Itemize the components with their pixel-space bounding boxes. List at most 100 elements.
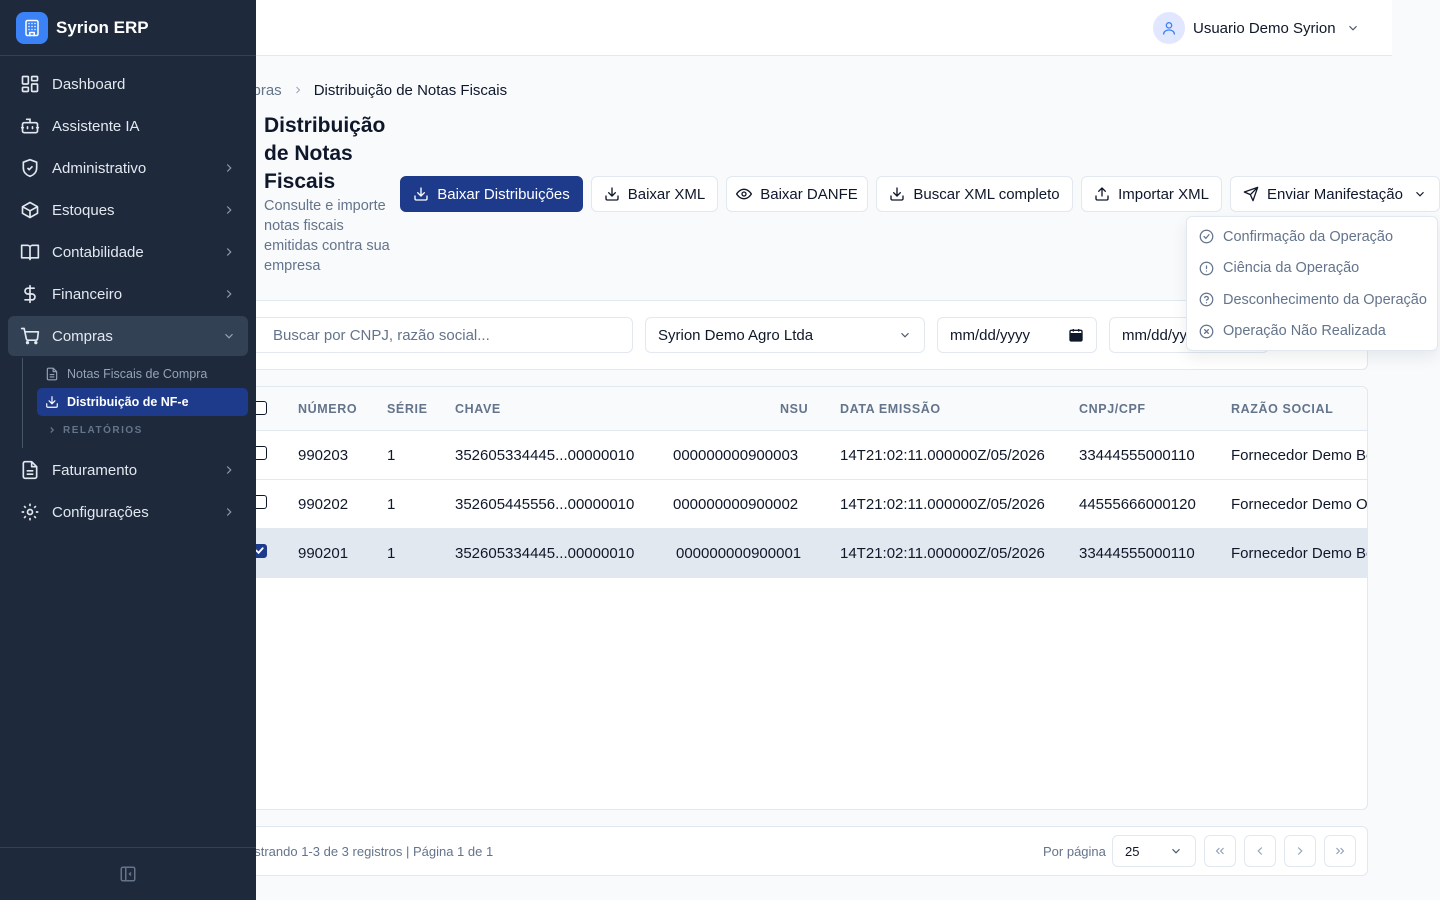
last-page-button[interactable] <box>1324 835 1356 867</box>
chevron-down-icon <box>1169 844 1183 858</box>
sidebar-item-configuracoes[interactable]: Configurações <box>8 492 248 532</box>
sidebar-item-financeiro[interactable]: Financeiro <box>8 274 248 314</box>
cell-chave: 352605334445...00000010 <box>455 545 635 562</box>
chevron-right-icon <box>222 245 236 259</box>
download-icon <box>889 186 905 202</box>
menu-item-desconhecimento[interactable]: Desconhecimento da Operação <box>1187 284 1437 316</box>
search-field[interactable] <box>248 317 633 353</box>
pagination-info: ostrando 1-3 de 3 registros | Página 1 d… <box>247 844 494 859</box>
chevron-right-icon <box>222 161 236 175</box>
date-from-input[interactable]: mm/dd/yyyy <box>937 317 1097 353</box>
previous-page-button[interactable] <box>1244 835 1276 867</box>
sidebar-item-estoques[interactable]: Estoques <box>8 190 248 230</box>
sidebar-item-administrativo[interactable]: Administrativo <box>8 148 248 188</box>
column-header-razao-social[interactable]: RAZÃO SOCIAL <box>1231 402 1333 416</box>
enviar-manifestacao-button[interactable]: Enviar Manifestação <box>1230 176 1440 212</box>
chevron-down-icon <box>1346 21 1360 35</box>
chevron-down-icon <box>898 328 912 342</box>
calendar-icon[interactable] <box>1068 327 1084 343</box>
dollar-icon <box>20 284 40 304</box>
sidebar-subitem-notas-fiscais-compra[interactable]: Notas Fiscais de Compra <box>37 360 248 388</box>
first-page-button[interactable] <box>1204 835 1236 867</box>
importar-xml-button[interactable]: Importar XML <box>1081 176 1222 212</box>
table-row[interactable]: 990202 1 352605445556...00000010 0000000… <box>241 480 1368 529</box>
sidebar-item-label: Assistente IA <box>52 117 140 135</box>
alert-circle-icon <box>1199 261 1214 276</box>
sidebar-item-contabilidade[interactable]: Contabilidade <box>8 232 248 272</box>
breadcrumb-current: Distribuição de Notas Fiscais <box>313 81 508 99</box>
user-menu[interactable]: Usuario Demo Syrion <box>1153 12 1360 44</box>
chevron-right-icon <box>47 425 57 435</box>
menu-item-label: Operação Não Realizada <box>1223 323 1386 340</box>
per-page-label: Por página <box>1043 844 1106 859</box>
cell-razao-social: Fornecedor Demo Bo <box>1231 545 1368 562</box>
table-row[interactable]: 990203 1 352605334445...00000010 0000000… <box>241 431 1367 480</box>
baixar-danfe-button[interactable]: Baixar DANFE <box>726 176 868 212</box>
baixar-distribuicoes-button[interactable]: Baixar Distribuições <box>400 176 583 212</box>
table-row[interactable]: 990201 1 352605334445...00000010 0000000… <box>241 529 1368 578</box>
baixar-xml-button[interactable]: Baixar XML <box>591 176 718 212</box>
file-icon <box>45 367 59 381</box>
sidebar-section-relatorios[interactable]: RELATÓRIOS <box>37 416 248 444</box>
cell-serie: 1 <box>387 447 396 464</box>
sidebar-footer <box>0 847 256 900</box>
button-label: Baixar DANFE <box>760 185 858 203</box>
cell-numero: 990202 <box>298 496 349 513</box>
column-header-cnpj[interactable]: CNPJ/CPF <box>1079 402 1146 416</box>
buscar-xml-completo-button[interactable]: Buscar XML completo <box>876 176 1073 212</box>
sidebar-item-compras[interactable]: Compras <box>8 316 248 356</box>
menu-item-label: Confirmação da Operação <box>1223 228 1394 245</box>
button-label: Enviar Manifestação <box>1267 185 1403 203</box>
column-header-chave[interactable]: CHAVE <box>455 402 501 416</box>
user-icon <box>1153 12 1185 44</box>
column-header-nsu[interactable]: NSU <box>780 402 808 416</box>
nfe-table: NÚMERO SÉRIE CHAVE NSU DATA EMISSÃO CNPJ… <box>240 386 1368 810</box>
pagination-bar: ostrando 1-3 de 3 registros | Página 1 d… <box>240 826 1368 876</box>
brand[interactable]: Syrion ERP <box>0 0 256 56</box>
company-select[interactable]: Syrion Demo Agro Ltda <box>645 317 925 353</box>
sidebar-item-label: Compras <box>52 327 113 345</box>
download-icon <box>45 395 59 409</box>
menu-item-confirmacao[interactable]: Confirmação da Operação <box>1187 221 1437 253</box>
cell-cnpj: 33444555000110 <box>1079 545 1195 562</box>
column-header-data-emissao[interactable]: DATA EMISSÃO <box>840 402 941 416</box>
collapse-sidebar-icon[interactable] <box>119 865 137 883</box>
sidebar-subitem-distribuicao-nfe[interactable]: Distribuição de NF-e <box>37 388 248 416</box>
per-page-value: 25 <box>1125 843 1140 859</box>
sidebar-item-assistente-ia[interactable]: Assistente IA <box>8 106 248 146</box>
cart-icon <box>20 326 40 346</box>
breadcrumb: mpras Distribuição de Notas Fiscais <box>240 80 507 100</box>
cell-cnpj: 33444555000110 <box>1079 447 1195 464</box>
user-name: Usuario Demo Syrion <box>1193 19 1336 37</box>
menu-item-label: Ciência da Operação <box>1223 260 1360 277</box>
menu-item-ciencia[interactable]: Ciência da Operação <box>1187 253 1437 285</box>
sidebar-item-label: Configurações <box>52 503 149 521</box>
building-icon <box>16 11 48 44</box>
cell-serie: 1 <box>387 496 396 513</box>
sidebar-item-label: Faturamento <box>52 461 138 479</box>
date-from-value: mm/dd/yyyy <box>950 326 1031 344</box>
menu-item-nao-realizada[interactable]: Operação Não Realizada <box>1187 316 1437 348</box>
box-icon <box>20 200 40 220</box>
sidebar-subitem-label: Notas Fiscais de Compra <box>67 367 208 381</box>
chevrons-left-icon <box>1213 844 1227 858</box>
chevron-down-icon <box>222 329 236 343</box>
manifestacao-menu: Confirmação da Operação Ciência da Opera… <box>1186 216 1438 351</box>
sidebar: Syrion ERP Dashboard Assistente IA Admin… <box>0 0 256 900</box>
sidebar-item-dashboard[interactable]: Dashboard <box>8 64 248 104</box>
search-input[interactable] <box>263 326 603 344</box>
column-header-numero[interactable]: NÚMERO <box>298 402 357 416</box>
chevron-left-icon <box>1253 844 1267 858</box>
sidebar-item-label: Estoques <box>52 201 115 219</box>
cell-nsu: 000000000900003 <box>673 447 799 464</box>
chevron-right-icon <box>222 203 236 217</box>
cell-serie: 1 <box>387 545 396 562</box>
column-header-serie[interactable]: SÉRIE <box>387 402 428 416</box>
next-page-button[interactable] <box>1284 835 1316 867</box>
per-page-select[interactable]: 25 <box>1112 835 1196 867</box>
cell-razao-social: Fornecedor Demo Of <box>1231 496 1368 513</box>
sidebar-item-faturamento[interactable]: Faturamento <box>8 450 248 490</box>
chevron-right-icon <box>1293 844 1307 858</box>
button-label: Baixar XML <box>627 185 706 203</box>
table-header: NÚMERO SÉRIE CHAVE NSU DATA EMISSÃO CNPJ… <box>241 387 1367 431</box>
